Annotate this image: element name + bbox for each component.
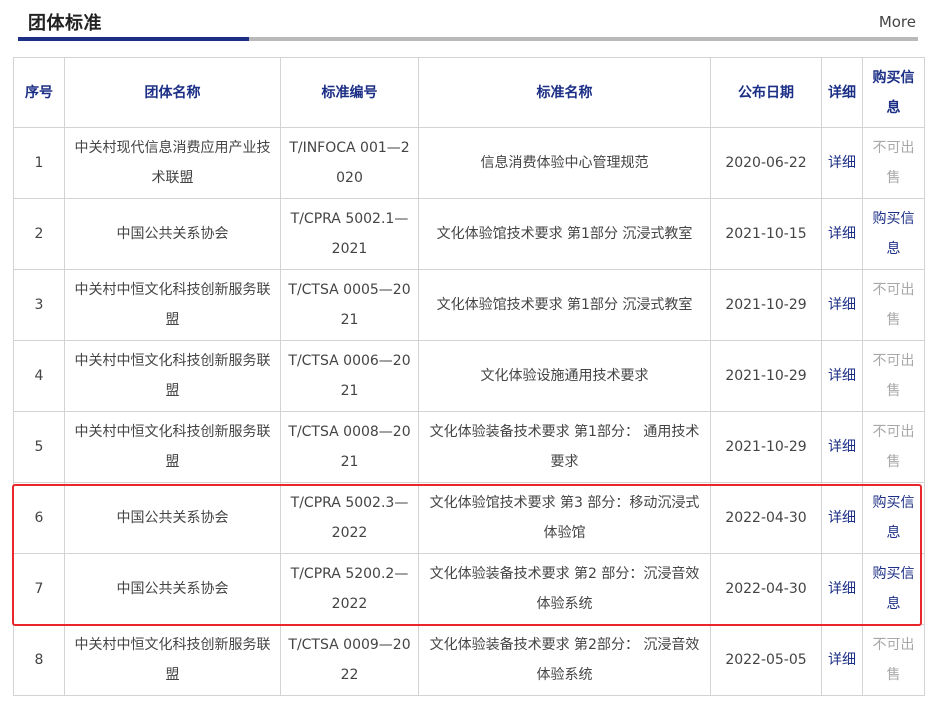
cell-date: 2021-10-15	[710, 198, 822, 270]
cell-org: 中关村中恒文化科技创新服务联盟	[64, 411, 281, 483]
column-header-no: 序号	[13, 57, 65, 128]
detail-link[interactable]: 详细	[821, 127, 863, 199]
not-for-sale-label: 不可出售	[872, 140, 915, 186]
standards-table: 序号 团体名称 标准编号 标准名称 公布日期 详细 购买信息 1 中关村现代信息消…	[13, 57, 925, 696]
column-header-buy: 购买信息	[862, 57, 925, 128]
cell-org: 中国公共关系协会	[64, 198, 281, 270]
cell-standard-name: 文化体验馆技术要求 第1部分 沉浸式教室	[418, 269, 711, 341]
not-for-sale-label: 不可出售	[872, 424, 915, 470]
buy-info-link[interactable]: 购买信息	[873, 211, 915, 257]
cell-code: T/CTSA 0006—2021	[280, 340, 419, 412]
buy-info-link[interactable]: 购买信息	[873, 566, 915, 612]
cell-date: 2022-04-30	[710, 553, 822, 625]
cell-code: T/CPRA 5002.1—2021	[280, 198, 419, 270]
cell-standard-name: 文化体验馆技术要求 第1部分 沉浸式教室	[418, 198, 711, 270]
table-row: 5 中关村中恒文化科技创新服务联盟 T/CTSA 0008—2021 文化体验装备技术…	[13, 411, 925, 483]
header-divider	[18, 37, 918, 41]
cell-no: 5	[13, 411, 65, 483]
cell-standard-name: 文化体验装备技术要求 第1部分： 通用技术要求	[418, 411, 711, 483]
cell-no: 3	[13, 269, 65, 341]
cell-org: 中国公共关系协会	[64, 553, 281, 625]
table-row: 2 中国公共关系协会 T/CPRA 5002.1—2021 文化体验馆技术要求 第1部…	[13, 198, 925, 270]
cell-date: 2021-10-29	[710, 411, 822, 483]
cell-date: 2021-10-29	[710, 340, 822, 412]
not-for-sale-label: 不可出售	[872, 637, 915, 683]
table-row: 6 中国公共关系协会 T/CPRA 5002.3—2022 文化体验馆技术要求 第3 …	[13, 482, 925, 554]
table-row: 3 中关村中恒文化科技创新服务联盟 T/CTSA 0005—2021 文化体验馆技术要…	[13, 269, 925, 341]
table-row: 1 中关村现代信息消费应用产业技术联盟 T/INFOCA 001—2020 信息消费体…	[13, 127, 925, 199]
cell-no: 1	[13, 127, 65, 199]
detail-link[interactable]: 详细	[821, 411, 863, 483]
column-header-code: 标准编号	[280, 57, 419, 128]
detail-link[interactable]: 详细	[821, 340, 863, 412]
cell-standard-name: 文化体验设施通用技术要求	[418, 340, 711, 412]
cell-standard-name: 文化体验装备技术要求 第2部分： 沉浸音效体验系统	[418, 624, 711, 696]
cell-no: 2	[13, 198, 65, 270]
cell-buy: 不可出售	[862, 340, 925, 412]
detail-link[interactable]: 详细	[821, 553, 863, 625]
detail-link[interactable]: 详细	[821, 269, 863, 341]
column-header-name: 标准名称	[418, 57, 711, 128]
cell-org: 中关村中恒文化科技创新服务联盟	[64, 269, 281, 341]
more-link[interactable]: More	[879, 13, 916, 31]
cell-code: T/CTSA 0008—2021	[280, 411, 419, 483]
table-row: 8 中关村中恒文化科技创新服务联盟 T/CTSA 0009—2022 文化体验装备技术…	[13, 624, 925, 696]
cell-buy: 不可出售	[862, 127, 925, 199]
cell-org: 中关村中恒文化科技创新服务联盟	[64, 624, 281, 696]
cell-code: T/CTSA 0005—2021	[280, 269, 419, 341]
group-standards-panel: 团体标准 More 序号 团体名称 标准编号 标准名称 公布日期 详细 购买信息	[0, 0, 942, 715]
detail-link[interactable]: 详细	[821, 198, 863, 270]
cell-date: 2022-04-30	[710, 482, 822, 554]
cell-org: 中关村现代信息消费应用产业技术联盟	[64, 127, 281, 199]
column-header-org: 团体名称	[64, 57, 281, 128]
table-header-row: 序号 团体名称 标准编号 标准名称 公布日期 详细 购买信息	[13, 57, 925, 128]
cell-standard-name: 文化体验馆技术要求 第3 部分：移动沉浸式体验馆	[418, 482, 711, 554]
cell-code: T/CPRA 5002.3—2022	[280, 482, 419, 554]
section-header: 团体标准 More	[0, 0, 942, 44]
cell-date: 2022-05-05	[710, 624, 822, 696]
not-for-sale-label: 不可出售	[872, 353, 915, 399]
cell-date: 2021-10-29	[710, 269, 822, 341]
column-header-date: 公布日期	[710, 57, 822, 128]
cell-no: 8	[13, 624, 65, 696]
header-divider-accent	[18, 37, 249, 41]
cell-buy: 不可出售	[862, 411, 925, 483]
cell-buy: 购买信息	[862, 482, 925, 554]
cell-no: 7	[13, 553, 65, 625]
cell-code: T/CPRA 5200.2—2022	[280, 553, 419, 625]
cell-standard-name: 文化体验装备技术要求 第2 部分：沉浸音效体验系统	[418, 553, 711, 625]
detail-link[interactable]: 详细	[821, 624, 863, 696]
cell-standard-name: 信息消费体验中心管理规范	[418, 127, 711, 199]
table-row: 7 中国公共关系协会 T/CPRA 5200.2—2022 文化体验装备技术要求 第2…	[13, 553, 925, 625]
cell-buy: 不可出售	[862, 624, 925, 696]
cell-date: 2020-06-22	[710, 127, 822, 199]
not-for-sale-label: 不可出售	[872, 282, 915, 328]
section-title: 团体标准	[28, 13, 102, 34]
cell-buy: 不可出售	[862, 269, 925, 341]
cell-code: T/CTSA 0009—2022	[280, 624, 419, 696]
cell-org: 中国公共关系协会	[64, 482, 281, 554]
detail-link[interactable]: 详细	[821, 482, 863, 554]
cell-buy: 购买信息	[862, 198, 925, 270]
cell-code: T/INFOCA 001—2020	[280, 127, 419, 199]
cell-org: 中关村中恒文化科技创新服务联盟	[64, 340, 281, 412]
column-header-detail: 详细	[821, 57, 863, 128]
cell-buy: 购买信息	[862, 553, 925, 625]
cell-no: 6	[13, 482, 65, 554]
table-row: 4 中关村中恒文化科技创新服务联盟 T/CTSA 0006—2021 文化体验设施通用…	[13, 340, 925, 412]
buy-info-link[interactable]: 购买信息	[873, 495, 915, 541]
cell-no: 4	[13, 340, 65, 412]
